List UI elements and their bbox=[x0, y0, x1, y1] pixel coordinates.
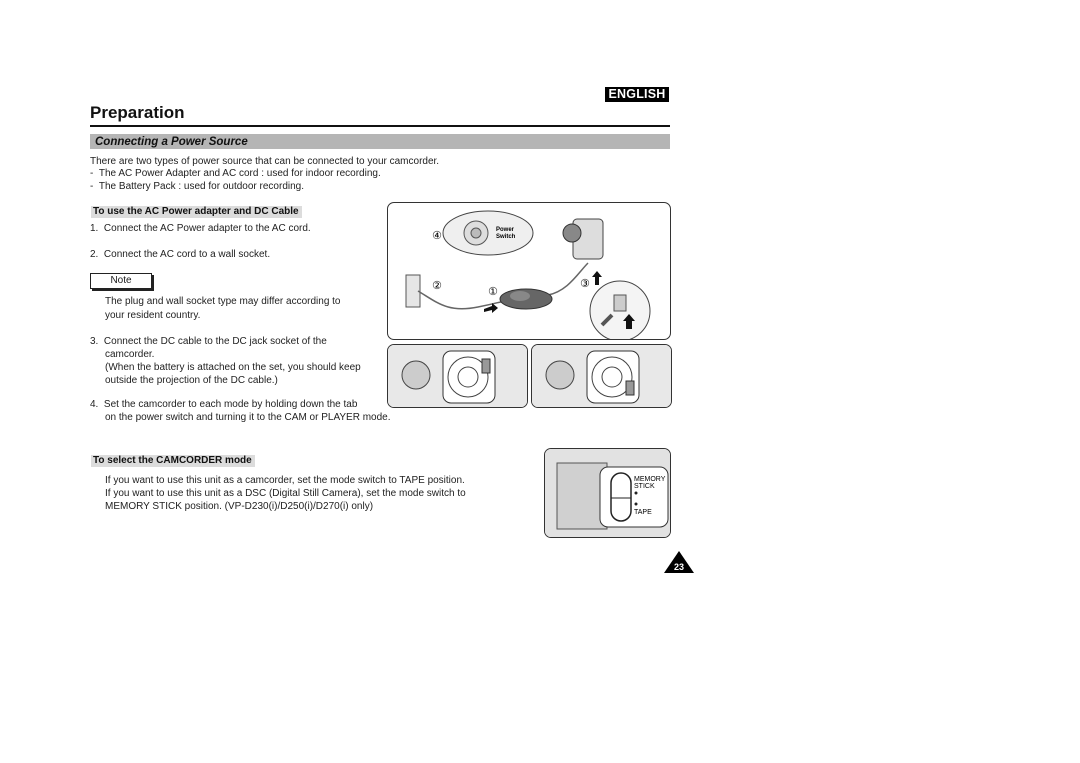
position-dot bbox=[634, 502, 638, 506]
step-1: 1. Connect the AC Power adapter to the A… bbox=[90, 223, 311, 236]
language-badge: ENGLISH bbox=[605, 87, 669, 102]
step-number: 3. bbox=[90, 336, 99, 347]
memory-label: MEMORY bbox=[634, 476, 666, 483]
power-switch-label: Switch bbox=[496, 234, 516, 240]
step-number: 1. bbox=[90, 223, 99, 234]
bullet-dash: - bbox=[90, 168, 99, 179]
stick-label: STICK bbox=[634, 483, 655, 490]
dial-tab bbox=[481, 358, 491, 374]
dial-tab bbox=[625, 380, 635, 396]
step-number: 4. bbox=[90, 399, 99, 410]
note-line: your resident country. bbox=[105, 310, 201, 321]
dial-small bbox=[545, 360, 575, 390]
step-2: 2. Connect the AC cord to a wall socket. bbox=[90, 249, 270, 262]
ac-adapter-heading: To use the AC Power adapter and DC Cable bbox=[91, 206, 302, 218]
page-number-triangle: 23 bbox=[664, 551, 694, 573]
step-text: Connect the AC cord to a wall socket. bbox=[103, 249, 271, 260]
dial-diagram bbox=[532, 345, 671, 407]
callout-4: ④ bbox=[432, 229, 442, 242]
wall-socket-icon bbox=[405, 274, 421, 308]
power-dial-center bbox=[470, 227, 482, 239]
mode-line: MEMORY STICK position. (VP-D230(i)/D250(… bbox=[105, 501, 374, 512]
note-label: Note bbox=[90, 273, 152, 289]
dial-center bbox=[457, 366, 479, 388]
power-switch-label: Power bbox=[496, 227, 515, 233]
step-text: Connect the DC cable to the DC jack sock… bbox=[103, 336, 327, 347]
power-dial-illustration-cam bbox=[387, 344, 528, 408]
page-number-text: 23 bbox=[674, 562, 684, 572]
dial-diagram bbox=[388, 345, 527, 407]
mode-line: If you want to use this unit as a camcor… bbox=[105, 475, 465, 486]
adapter-highlight bbox=[510, 291, 530, 301]
bullet-text: The Battery Pack : used for outdoor reco… bbox=[98, 181, 304, 192]
step-3-cont: (When the battery is attached on the set… bbox=[105, 362, 361, 373]
step-3-cont: outside the projection of the DC cable.) bbox=[105, 375, 278, 386]
step-4: 4. Set the camcorder to each mode by hol… bbox=[90, 399, 357, 412]
connection-illustration: Power Switch ④ ② ① ③ bbox=[387, 202, 671, 340]
tape-label: TAPE bbox=[634, 509, 652, 516]
intro-text: There are two types of power source that… bbox=[90, 156, 440, 167]
step-4-cont: on the power switch and turning it to th… bbox=[105, 412, 391, 423]
arrow-up-icon bbox=[592, 271, 602, 285]
mode-line: If you want to use this unit as a DSC (D… bbox=[105, 488, 466, 499]
dc-jack bbox=[613, 294, 627, 312]
bullet-dash: - bbox=[90, 181, 99, 192]
callout-3: ③ bbox=[580, 277, 590, 290]
page-number: 23 bbox=[664, 551, 694, 573]
step-3: 3. Connect the DC cable to the DC jack s… bbox=[90, 336, 327, 349]
camcorder-lens bbox=[562, 223, 582, 243]
callout-2: ② bbox=[432, 279, 442, 292]
connection-diagram: Power Switch ④ ② ① ③ bbox=[405, 210, 651, 339]
bullet-text: The AC Power Adapter and AC cord : used … bbox=[98, 168, 381, 179]
power-dial-illustration-player bbox=[531, 344, 672, 408]
step-text: Set the camcorder to each mode by holdin… bbox=[103, 399, 358, 410]
mode-switch-illustration: MEMORY STICK TAPE bbox=[544, 448, 671, 538]
dial-center bbox=[601, 366, 623, 388]
note-line: The plug and wall socket type may differ… bbox=[105, 296, 341, 307]
bullet-item: - The AC Power Adapter and AC cord : use… bbox=[90, 168, 381, 181]
step-text: Connect the AC Power adapter to the AC c… bbox=[103, 223, 311, 234]
section-title: Connecting a Power Source bbox=[95, 136, 248, 148]
camcorder-mode-heading: To select the CAMCORDER mode bbox=[91, 455, 255, 467]
mode-switch-diagram: MEMORY STICK TAPE bbox=[545, 449, 670, 537]
mode-switch-icon bbox=[610, 472, 632, 522]
callout-1: ① bbox=[488, 285, 498, 298]
page-title: Preparation bbox=[90, 103, 185, 122]
bullet-item: - The Battery Pack : used for outdoor re… bbox=[90, 181, 304, 194]
dial-small bbox=[401, 360, 431, 390]
position-dot bbox=[634, 491, 638, 495]
step-number: 2. bbox=[90, 249, 99, 260]
title-divider bbox=[90, 125, 670, 127]
step-3-cont: camcorder. bbox=[105, 349, 155, 360]
